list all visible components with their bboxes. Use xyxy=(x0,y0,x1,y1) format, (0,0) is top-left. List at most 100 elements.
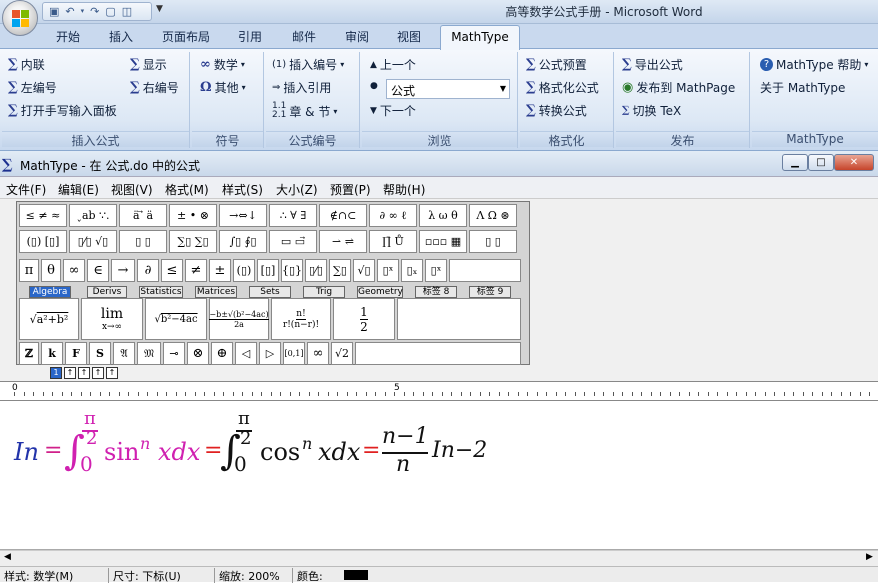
oplus-button[interactable]: ⊕ xyxy=(211,342,233,365)
bold-f-button[interactable]: F xyxy=(65,342,87,365)
about-mathtype-button[interactable]: 关于 MathType xyxy=(760,79,845,96)
sum-template-button[interactable]: ∑▯ xyxy=(329,259,351,282)
new-doc-icon[interactable]: ▢ xyxy=(105,6,115,17)
tab-button-1[interactable]: 1 xyxy=(50,367,62,379)
next-button[interactable]: ▼ 下一个 xyxy=(370,102,416,119)
parentheses-template-button[interactable]: (▯) xyxy=(233,259,255,282)
bar-templates-palette[interactable]: ▭ ▭⃗ xyxy=(269,230,317,253)
handwriting-panel-button[interactable]: ∑ 打开手写输入面板 xyxy=(8,102,117,119)
fraction-template-button[interactable]: ▯⁄▯ xyxy=(305,259,327,282)
tab-geometry[interactable]: Geometry xyxy=(357,286,403,298)
bold-k-button[interactable]: 𝐤 xyxy=(41,342,63,365)
pi-symbol-button[interactable]: π xyxy=(19,259,39,282)
menu-format[interactable]: 格式(M) xyxy=(165,181,209,198)
braces-template-button[interactable]: {▯} xyxy=(281,259,303,282)
arrow-symbols-palette[interactable]: →⇔↓ xyxy=(219,204,267,227)
tab-algebra[interactable]: Algebra xyxy=(29,286,71,298)
browse-object-select[interactable]: 公式 ▼ xyxy=(386,79,510,99)
math-symbols-dropdown[interactable]: ∞ 数学 ▾ xyxy=(200,56,245,73)
element-of-button[interactable]: ∈ xyxy=(87,259,109,282)
fraktur-m-button[interactable]: 𝔐 xyxy=(137,342,161,365)
right-triangle-button[interactable]: ▷ xyxy=(259,342,281,365)
interval-button[interactable]: [0,1] xyxy=(283,342,305,365)
tab-trig[interactable]: Trig xyxy=(303,286,345,298)
tab-page-layout[interactable]: 页面布局 xyxy=(162,28,210,45)
infinity-symbol-button[interactable]: ∞ xyxy=(63,259,85,282)
toggle-tex-button[interactable]: ∑ 切换 TeX xyxy=(622,102,681,119)
redo-icon[interactable]: ↷ xyxy=(90,6,99,17)
brackets-template-button[interactable]: [▯] xyxy=(257,259,279,282)
undo-dropdown-icon[interactable]: ▾ xyxy=(81,8,85,15)
equation-preferences-button[interactable]: ∑ 公式预置 xyxy=(526,56,587,73)
equation-editor[interactable]: In = ∫ π 2 0 sin n xdx = ∫ π 2 0 cos n x… xyxy=(0,402,878,550)
close-button[interactable]: ✕ xyxy=(834,154,874,171)
tab-view[interactable]: 视图 xyxy=(397,28,421,45)
chapter-section-button[interactable]: 1.1 2.1 章 & 节 ▾ xyxy=(272,102,337,120)
left-number-button[interactable]: ∑ 左编号 xyxy=(8,79,57,96)
tab-sets[interactable]: Sets xyxy=(249,286,291,298)
blackboard-z-button[interactable]: ℤ xyxy=(19,342,39,365)
tab-label-8[interactable]: 标签 8 xyxy=(415,286,457,298)
tab-references[interactable]: 引用 xyxy=(238,28,262,45)
right-arrow-button[interactable]: → xyxy=(111,259,135,282)
tab-button-4[interactable]: ↑ xyxy=(92,367,104,379)
publish-mathpage-button[interactable]: ◉ 发布到 MathPage xyxy=(622,79,735,96)
fence-templates-palette[interactable]: (▯) [▯] xyxy=(19,230,67,253)
tab-statistics[interactable]: Statistics xyxy=(139,286,183,298)
tab-home[interactable]: 开始 xyxy=(56,28,80,45)
right-number-button[interactable]: ∑ 右编号 xyxy=(130,79,179,96)
template-one-half[interactable]: 12 xyxy=(333,298,395,340)
maximize-button[interactable]: □ xyxy=(808,154,834,171)
tab-review[interactable]: 审阅 xyxy=(345,28,369,45)
template-pythagorean[interactable]: √ a²+b² xyxy=(19,298,79,340)
matrix-templates-palette[interactable]: ▫▫▫ ▦ xyxy=(419,230,467,253)
tab-button-2[interactable]: ↑ xyxy=(64,367,76,379)
embellishments-palette[interactable]: ä ⃗ ä xyxy=(119,204,167,227)
sub-super-template-button[interactable]: ▯ˣ xyxy=(425,259,447,282)
template-combination[interactable]: n! r!(n−r)! xyxy=(271,298,331,340)
plus-minus-button[interactable]: ± xyxy=(209,259,231,282)
tab-derivs[interactable]: Derivs xyxy=(87,286,127,298)
tab-mailings[interactable]: 邮件 xyxy=(292,28,316,45)
insert-reference-button[interactable]: ⇒ 插入引用 xyxy=(272,79,331,96)
export-equations-button[interactable]: ∑ 导出公式 xyxy=(622,56,683,73)
customize-qat-icon[interactable]: ▼ xyxy=(156,4,163,14)
bold-s-button[interactable]: S xyxy=(89,342,111,365)
subscript-template-button[interactable]: ▯ₓ xyxy=(401,259,423,282)
relational-symbols-palette[interactable]: ≤ ≠ ≈ xyxy=(19,204,67,227)
menu-preferences[interactable]: 预置(P) xyxy=(330,181,371,198)
theta-symbol-button[interactable]: θ xyxy=(41,259,61,282)
labeled-arrow-palette[interactable]: ⇀ ⇌ xyxy=(319,230,367,253)
menu-size[interactable]: 大小(Z) xyxy=(276,181,318,198)
spaces-ellipses-palette[interactable]: ˯ab ∵. xyxy=(69,204,117,227)
inline-button[interactable]: ∑ 内联 xyxy=(8,56,45,73)
leq-button[interactable]: ≤ xyxy=(161,259,183,282)
office-button[interactable] xyxy=(2,0,38,36)
integral-templates-palette[interactable]: ∫▯ ∮▯ xyxy=(219,230,267,253)
tab-button-3[interactable]: ↑ xyxy=(78,367,90,379)
neq-button[interactable]: ≠ xyxy=(185,259,207,282)
convert-equations-button[interactable]: ∑ 转换公式 xyxy=(526,102,587,119)
mathtype-help-button[interactable]: ? MathType 帮助 ▾ xyxy=(760,56,868,73)
tab-mathtype[interactable]: MathType xyxy=(440,25,520,50)
tab-label-9[interactable]: 标签 9 xyxy=(469,286,511,298)
set-theory-palette[interactable]: ∉∩⊂ xyxy=(319,204,367,227)
partial-button[interactable]: ∂ xyxy=(137,259,159,282)
infinity-button[interactable]: ∞ xyxy=(307,342,329,365)
undo-icon[interactable]: ↶ xyxy=(65,6,74,17)
superscript-template-button[interactable]: ▯ˣ xyxy=(377,259,399,282)
tab-insert[interactable]: 插入 xyxy=(109,28,133,45)
menu-help[interactable]: 帮助(H) xyxy=(383,181,425,198)
menu-edit[interactable]: 编辑(E) xyxy=(58,181,99,198)
insert-number-button[interactable]: (1) 插入编号 ▾ xyxy=(272,56,344,73)
display-button[interactable]: ∑ 显示 xyxy=(130,56,167,73)
menu-view[interactable]: 视图(V) xyxy=(111,181,153,198)
format-equations-button[interactable]: ∑ 格式化公式 xyxy=(526,79,599,96)
summation-templates-palette[interactable]: ∑▯ ∑▯ xyxy=(169,230,217,253)
fraction-radical-palette[interactable]: ▯⁄▯ √▯ xyxy=(69,230,117,253)
tab-button-5[interactable]: ↑ xyxy=(106,367,118,379)
maps-to-button[interactable]: ⊸ xyxy=(163,342,185,365)
operator-symbols-palette[interactable]: ± • ⊗ xyxy=(169,204,217,227)
save-icon[interactable]: ▣ xyxy=(49,6,59,17)
template-limit[interactable]: lim x→∞ xyxy=(81,298,143,340)
